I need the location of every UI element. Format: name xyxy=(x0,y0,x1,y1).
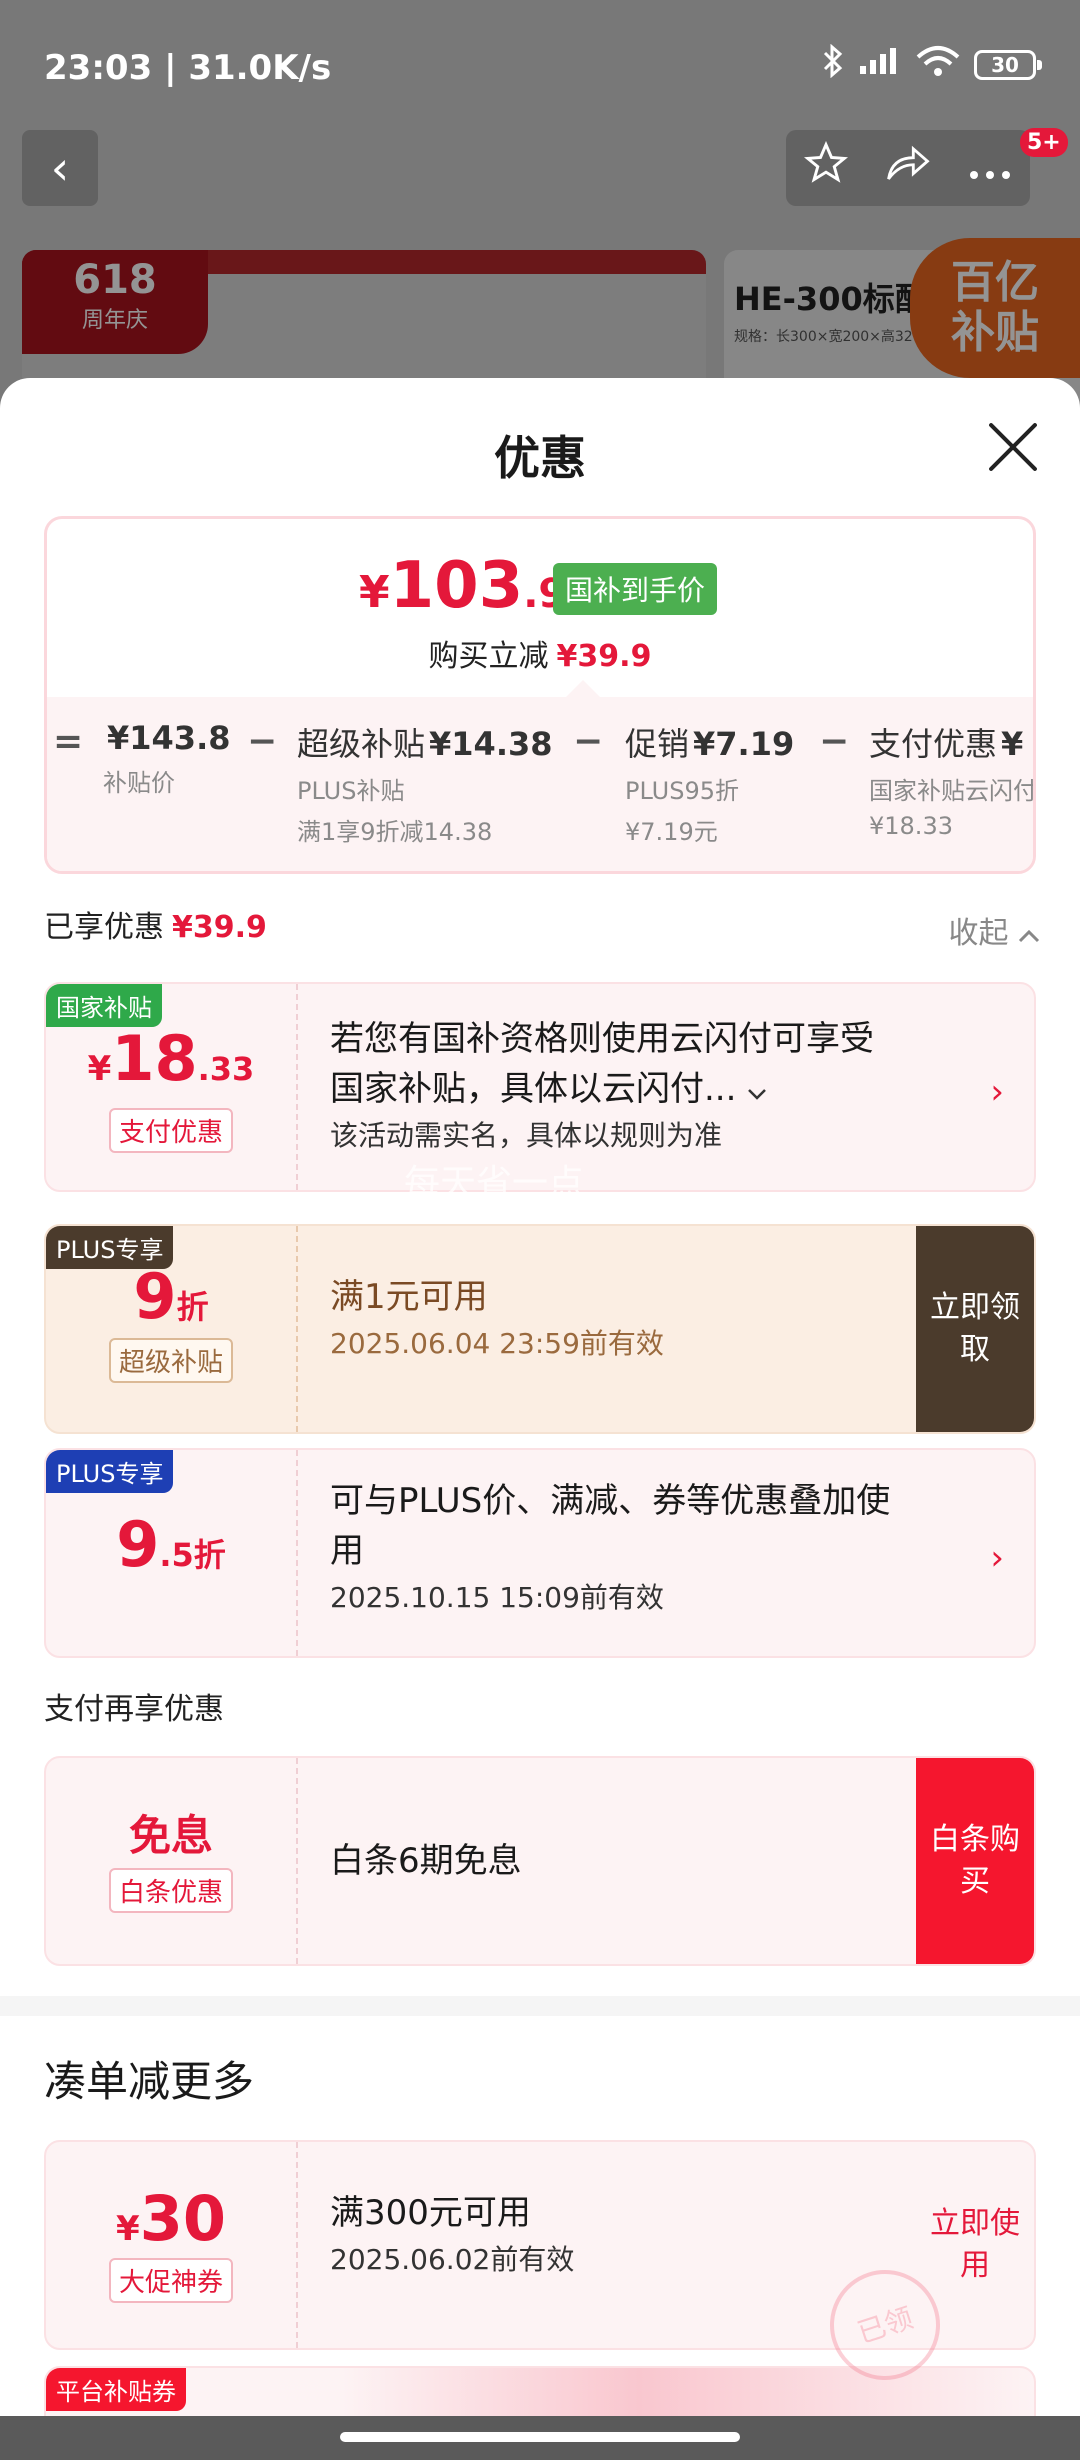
coupon-left: 免息 白条优惠 xyxy=(46,1758,298,1964)
coupon-desc: 可与PLUS价、满减、券等优惠叠加使 用 2025.10.15 15:09前有效 xyxy=(330,1481,891,1614)
collapse-button[interactable]: 收起 xyxy=(948,908,1040,952)
minus-operator: − xyxy=(247,721,278,762)
coupon-desc: 若您有国补资格则使用云闪付可享受 国家补贴，具体以云闪付... 该活动需实名，具… xyxy=(330,1019,874,1152)
coupon-plus-95[interactable]: PLUS专享 9.5折 可与PLUS价、满减、券等优惠叠加使 用 2025.10… xyxy=(44,1448,1036,1658)
watermark: 每天省一点 xyxy=(404,1163,585,1204)
section-divider xyxy=(0,1996,1080,2016)
coupon-amount: 免息 xyxy=(128,1811,213,1860)
chevron-up-icon xyxy=(1018,916,1040,951)
claim-button[interactable]: 立即领取 xyxy=(916,1226,1034,1432)
gesture-bar-area xyxy=(0,2416,1080,2460)
wifi-icon xyxy=(916,45,960,85)
price-top: ¥103.9 国补到手价 购买立减 ¥39.9 xyxy=(47,519,1033,697)
back-button[interactable]: ‹ xyxy=(22,130,98,206)
coupon-left: 国家补贴 ¥18.33 支付优惠 xyxy=(46,984,298,1190)
price-type-tag: 国补到手价 xyxy=(553,563,718,615)
coupon-plus-super-subsidy[interactable]: PLUS专享 9折 超级补贴 满1元可用 2025.06.04 23:59前有效… xyxy=(44,1224,1036,1434)
battery-icon: 30 xyxy=(974,50,1042,80)
coupon-chip: 白条优惠 xyxy=(108,1868,234,1913)
status-time: 23:03 | 31.0K/s xyxy=(44,48,332,88)
price-reduce: 购买立减 ¥39.9 xyxy=(428,639,652,674)
breakdown-item-payment: 支付优惠 ¥ 国家补贴云闪付 ¥18.33 xyxy=(869,725,1036,840)
breakdown-item-promotion: 促销 ¥7.19 PLUS95折 ¥7.19元 xyxy=(625,725,795,846)
coupon-badge: PLUS专享 xyxy=(46,1450,174,1493)
chevron-right-icon[interactable]: › xyxy=(990,1538,1004,1578)
enjoyed-discount: 已享优惠 ¥39.9 xyxy=(44,910,267,945)
final-price: ¥103.9 xyxy=(359,549,567,623)
pay-more-label: 支付再享优惠 xyxy=(44,1692,224,1727)
breakdown-item-subsidy-price: ¥143.8 补贴价 xyxy=(103,719,231,797)
discount-sheet: 优惠 ¥103.9 国补到手价 购买立减 ¥39.9 = ¥143.8 补贴价 −… xyxy=(0,378,1080,2460)
price-summary-card: ¥103.9 国补到手价 购买立减 ¥39.9 = ¥143.8 补贴价 − 超级… xyxy=(44,516,1036,874)
minus-operator: − xyxy=(819,721,850,762)
coupon-desc: 满1元可用 2025.06.04 23:59前有效 xyxy=(330,1277,664,1360)
coupon-desc: 满300元可用 2025.06.02前有效 xyxy=(330,2193,575,2276)
price-breakdown[interactable]: = ¥143.8 补贴价 − 超级补贴 ¥14.38 PLUS补贴 满1享9折减1… xyxy=(47,697,1036,871)
coupon-chip: 支付优惠 xyxy=(108,1108,234,1153)
coupon-left: PLUS专享 9折 超级补贴 xyxy=(46,1226,298,1432)
coupon-badge: 国家补贴 xyxy=(46,984,162,1027)
coupon-amount: ¥18.33 xyxy=(87,1022,255,1095)
signal-icon xyxy=(858,46,902,84)
baitiao-buy-button[interactable]: 白条购买 xyxy=(916,1758,1034,1964)
coupon-chip: 超级补贴 xyxy=(108,1338,234,1383)
coupon-desc: 白条6期免息 xyxy=(330,1841,522,1881)
more-discount-heading: 凑单减更多 xyxy=(44,2057,255,2106)
chevron-right-icon[interactable]: › xyxy=(990,1072,1004,1112)
chevron-down-icon[interactable] xyxy=(747,1069,767,1109)
equals-operator: = xyxy=(53,721,84,762)
minus-operator: − xyxy=(573,721,604,762)
share-icon[interactable] xyxy=(885,143,931,193)
chevron-left-icon: ‹ xyxy=(50,141,70,195)
close-icon[interactable] xyxy=(986,420,1040,474)
coupon-amount: ¥30 xyxy=(116,2182,226,2255)
coupon-baitiao[interactable]: 免息 白条优惠 白条6期免息 白条购买 xyxy=(44,1756,1036,1966)
bluetooth-icon xyxy=(822,43,844,86)
status-icons: 30 xyxy=(822,43,1042,86)
coupon-amount: 9.5折 xyxy=(116,1508,226,1581)
star-icon[interactable] xyxy=(804,140,849,195)
coupon-chip: 大促神券 xyxy=(108,2258,234,2303)
coupon-badge: 平台补贴券 xyxy=(46,2368,186,2411)
coupon-left: PLUS专享 9.5折 xyxy=(46,1450,298,1656)
coupon-left: ¥30 大促神券 xyxy=(46,2142,298,2348)
breakdown-item-super-subsidy: 超级补贴 ¥14.38 PLUS补贴 满1享9折减14.38 xyxy=(297,725,553,846)
status-bar: 23:03 | 31.0K/s 30 xyxy=(0,0,1080,140)
sheet-title: 优惠 xyxy=(494,431,586,485)
more-icon[interactable] xyxy=(968,145,1012,191)
coupon-amount: 9折 xyxy=(133,1260,209,1333)
top-toolbar xyxy=(786,130,1030,206)
home-indicator[interactable] xyxy=(340,2432,740,2442)
message-count-badge: 5+ xyxy=(1020,128,1068,157)
